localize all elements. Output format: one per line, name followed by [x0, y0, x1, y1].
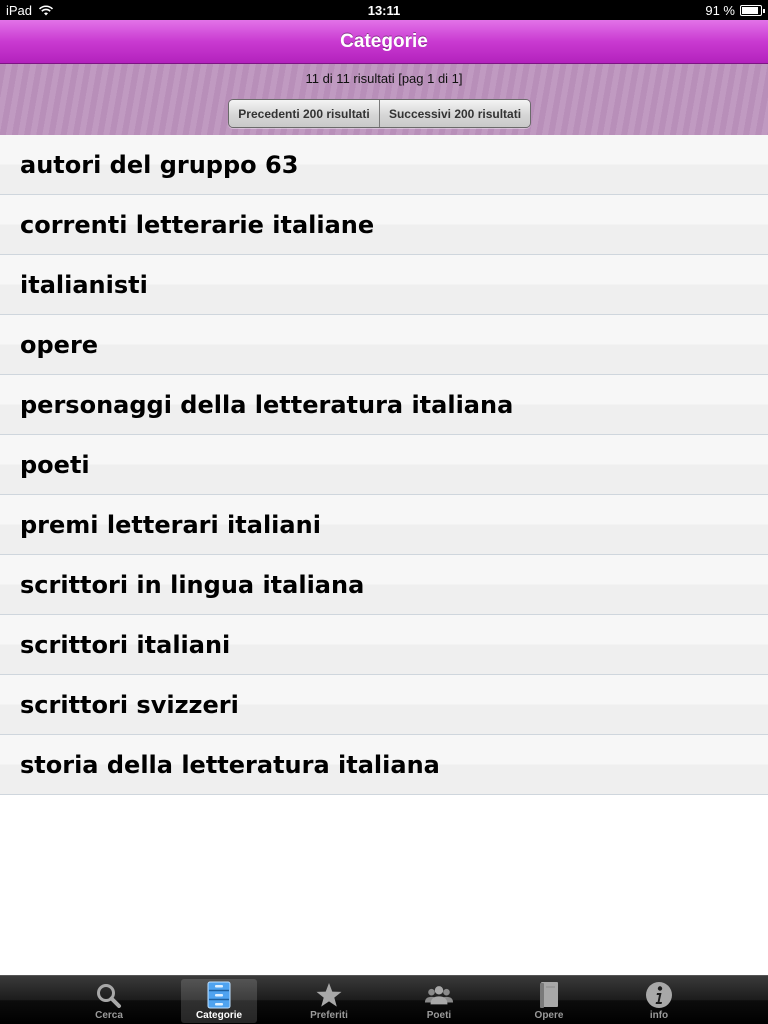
- list-item-label: poeti: [20, 450, 90, 479]
- pagination-bar: 11 di 11 risultati [pag 1 di 1] Preceden…: [0, 64, 768, 135]
- people-icon: [424, 981, 454, 1009]
- wifi-icon: [38, 4, 54, 15]
- tab-label: Poeti: [426, 1010, 452, 1021]
- page-title: Categorie: [340, 30, 428, 52]
- list-item[interactable]: storia della letteratura italiana: [0, 735, 768, 795]
- list-item-label: personaggi della letteratura italiana: [20, 390, 514, 419]
- list-item[interactable]: scrittori in lingua italiana: [0, 555, 768, 615]
- results-info: 11 di 11 risultati [pag 1 di 1]: [305, 71, 463, 86]
- tab-label: info: [649, 1010, 669, 1021]
- list-item[interactable]: italianisti: [0, 255, 768, 315]
- list-item[interactable]: personaggi della letteratura italiana: [0, 375, 768, 435]
- status-left: iPad: [6, 3, 54, 18]
- list-item[interactable]: correnti letterarie italiane: [0, 195, 768, 255]
- tab-cerca[interactable]: Cerca: [71, 979, 147, 1023]
- list-item-label: premi letterari italiani: [20, 510, 321, 539]
- tab-preferiti[interactable]: Preferiti: [291, 979, 367, 1023]
- book-icon: [534, 981, 564, 1009]
- drawer-icon: [204, 981, 234, 1009]
- list-item[interactable]: autori del gruppo 63: [0, 135, 768, 195]
- next-results-button[interactable]: Successivi 200 risultati: [379, 100, 530, 127]
- battery-fill: [742, 6, 759, 14]
- tab-label: Preferiti: [310, 1010, 348, 1021]
- star-icon: [314, 981, 344, 1009]
- list-item-label: scrittori in lingua italiana: [20, 570, 365, 599]
- list-item[interactable]: poeti: [0, 435, 768, 495]
- list-item[interactable]: scrittori svizzeri: [0, 675, 768, 735]
- tab-label: Cerca: [95, 1010, 123, 1021]
- navigation-bar: Categorie: [0, 20, 768, 64]
- list-item-label: italianisti: [20, 270, 148, 299]
- status-time: 13:11: [367, 2, 401, 18]
- tab-label: Categorie: [195, 1010, 243, 1021]
- battery-icon: [740, 4, 765, 16]
- list-item[interactable]: premi letterari italiani: [0, 495, 768, 555]
- tab-opere[interactable]: Opere: [511, 979, 587, 1023]
- info-icon: [644, 981, 674, 1009]
- status-bar: iPad 13:11 91 %: [0, 0, 768, 20]
- list-item-label: opere: [20, 330, 99, 359]
- status-right: 91 %: [705, 2, 765, 18]
- search-icon: [94, 981, 124, 1009]
- previous-results-button[interactable]: Precedenti 200 risultati: [229, 100, 379, 127]
- tab-poeti[interactable]: Poeti: [401, 979, 477, 1023]
- list-item-label: scrittori italiani: [20, 630, 231, 659]
- device-name: iPad: [6, 2, 33, 18]
- category-list: autori del gruppo 63 correnti letterarie…: [0, 135, 768, 795]
- pagination-segmented-control: Precedenti 200 risultati Successivi 200 …: [228, 99, 531, 128]
- tab-categorie[interactable]: Categorie: [181, 979, 257, 1023]
- list-item-label: autori del gruppo 63: [20, 150, 299, 179]
- battery-percent: 91 %: [705, 2, 735, 18]
- list-item-label: scrittori svizzeri: [20, 690, 239, 719]
- tab-info[interactable]: info: [621, 979, 697, 1023]
- tab-label: Opere: [534, 1010, 564, 1021]
- list-item-label: correnti letterarie italiane: [20, 210, 375, 239]
- list-item[interactable]: opere: [0, 315, 768, 375]
- list-item[interactable]: scrittori italiani: [0, 615, 768, 675]
- tab-bar: Cerca Categorie Preferiti Poeti Opere in…: [0, 975, 768, 1024]
- list-item-label: storia della letteratura italiana: [20, 750, 440, 779]
